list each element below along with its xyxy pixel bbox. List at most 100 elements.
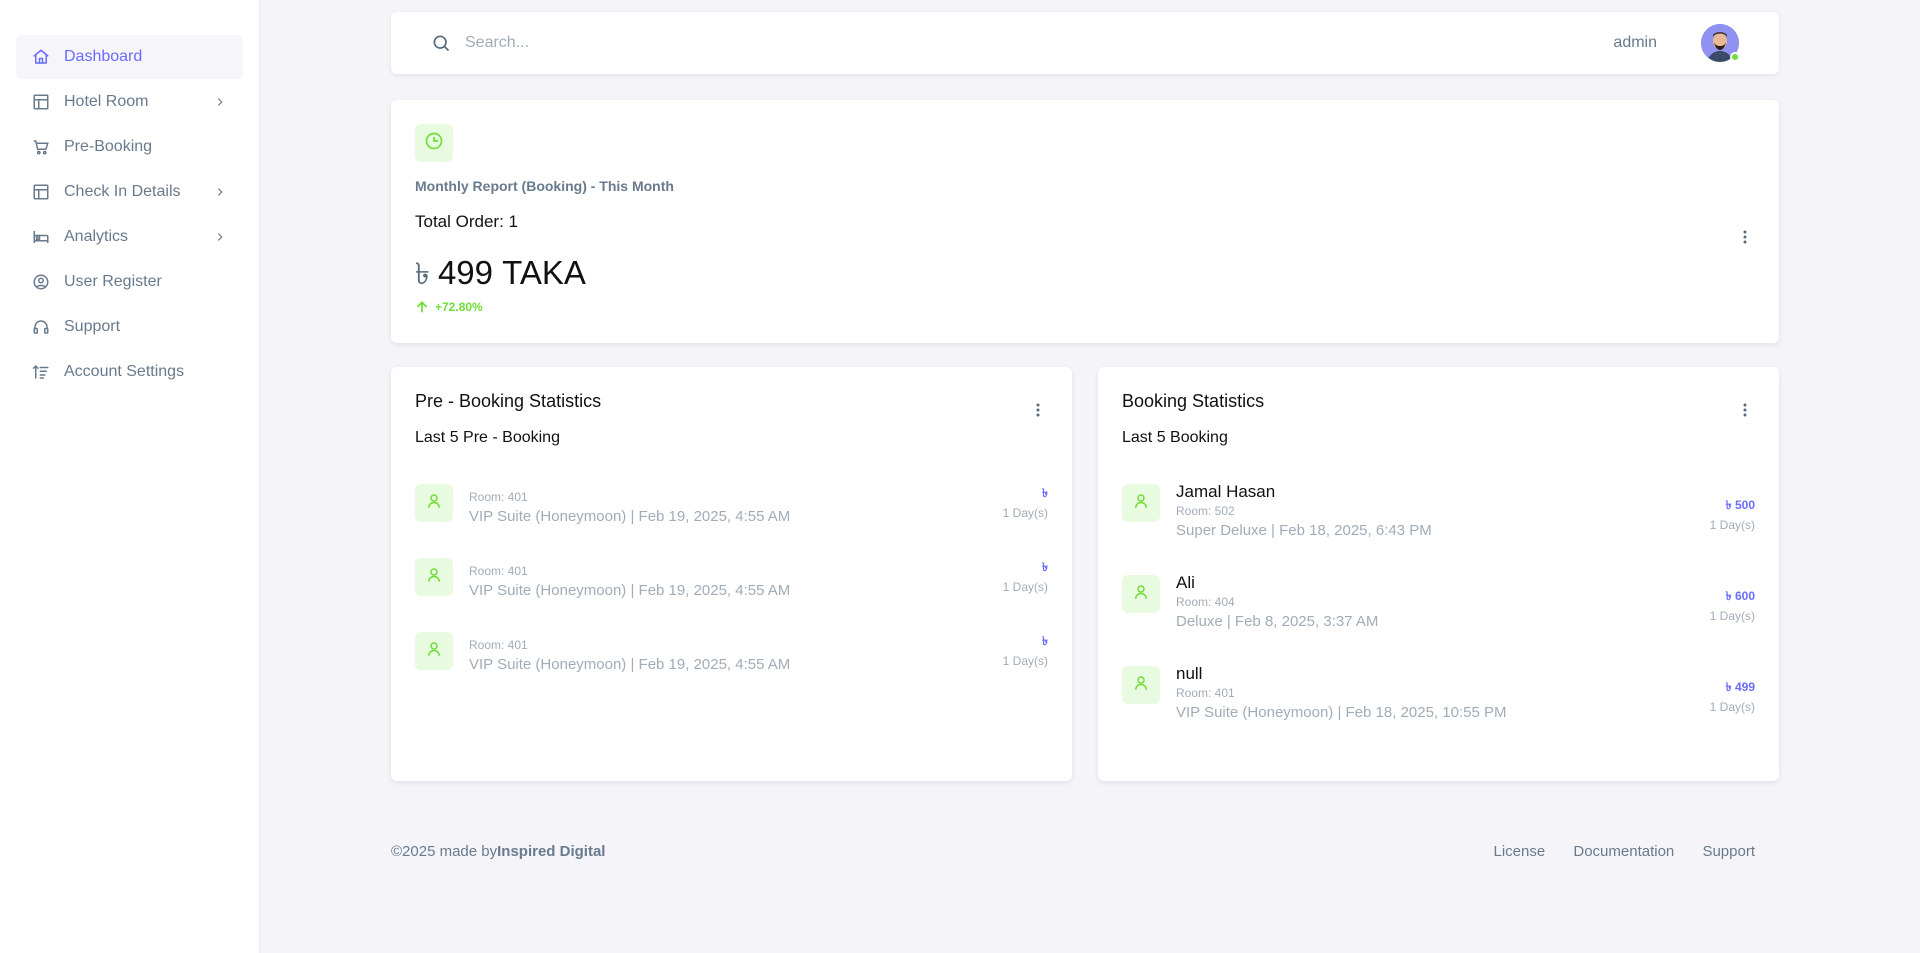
sidebar-item-pre-booking[interactable]: Pre-Booking	[16, 125, 243, 169]
list-item[interactable]: Jamal Hasan Room: 502 Super Deluxe | Feb 1…	[1122, 482, 1755, 573]
list-item[interactable]: Room: 401 VIP Suite (Honeymoon) | Feb 19,…	[415, 556, 1048, 630]
sidebar-item-label: Pre-Booking	[64, 138, 153, 155]
amount-value: 499 TAKA	[437, 254, 586, 291]
price: ৳	[1042, 486, 1048, 500]
growth-value: +72.80%	[435, 300, 483, 314]
layout-icon	[32, 93, 50, 111]
chevron-right-icon	[213, 95, 227, 109]
guest-name: null	[1176, 664, 1203, 683]
sidebar-item-hotel-room[interactable]: Hotel Room	[16, 80, 243, 124]
room-number: Room: 404	[1176, 595, 1235, 609]
card-subtitle: Last 5 Booking	[1122, 429, 1228, 446]
cart-icon	[32, 138, 50, 156]
copyright-text: ©2025 made by	[391, 842, 498, 860]
sidebar-menu: Dashboard Hotel Room Pre-Booking Check I…	[0, 0, 259, 394]
list-item[interactable]: null Room: 401 VIP Suite (Honeymoon) | Feb…	[1122, 664, 1755, 755]
price: ৳	[1042, 634, 1048, 648]
sidebar-item-label: Analytics	[64, 228, 129, 245]
search-icon	[431, 33, 451, 53]
user-icon	[1132, 583, 1150, 606]
growth-indicator: +72.80%	[415, 300, 483, 314]
room-number: Room: 401	[1176, 686, 1235, 700]
booking-detail: VIP Suite (Honeymoon) | Feb 18, 2025, 10…	[1176, 704, 1507, 721]
pre-booking-list: Room: 401 VIP Suite (Honeymoon) | Feb 19,…	[415, 482, 1048, 704]
report-amount: ৳ 499 TAKA	[415, 250, 586, 301]
layout-icon	[32, 183, 50, 201]
list-item[interactable]: Ali Room: 404 Deluxe | Feb 8, 2025, 3:37 A…	[1122, 573, 1755, 664]
sort-settings-icon	[32, 363, 50, 381]
headset-icon	[32, 318, 50, 336]
sidebar-item-analytics[interactable]: Analytics	[16, 215, 243, 259]
sidebar-item-label: Support	[64, 318, 121, 335]
avatar[interactable]	[1701, 24, 1740, 62]
currency-symbol: ৳	[415, 258, 430, 291]
top-navbar: admin	[391, 12, 1779, 74]
duration: 1 Day(s)	[1002, 654, 1048, 668]
sidebar: Dashboard Hotel Room Pre-Booking Check I…	[0, 0, 260, 953]
user-icon-box	[1122, 666, 1160, 704]
sidebar-item-user-register[interactable]: User Register	[16, 260, 243, 304]
bed-icon	[32, 228, 50, 246]
more-options-icon[interactable]	[1735, 227, 1755, 247]
pre-booking-statistics-card: Pre - Booking Statistics Last 5 Pre - Bo…	[391, 367, 1072, 781]
booking-list: Jamal Hasan Room: 502 Super Deluxe | Feb 1…	[1122, 482, 1755, 755]
user-icon-box	[1122, 484, 1160, 522]
booking-detail: VIP Suite (Honeymoon) | Feb 19, 2025, 4:…	[469, 582, 791, 599]
price: ৳ 499	[1725, 680, 1755, 694]
report-icon-box	[415, 124, 453, 162]
list-item[interactable]: Room: 401 VIP Suite (Honeymoon) | Feb 19,…	[415, 630, 1048, 704]
booking-detail: Super Deluxe | Feb 18, 2025, 6:43 PM	[1176, 522, 1432, 539]
home-icon	[32, 48, 50, 66]
footer-links: License Documentation Support	[1470, 843, 1756, 860]
chevron-right-icon	[213, 185, 227, 199]
guest-name: Jamal Hasan	[1176, 482, 1276, 501]
duration: 1 Day(s)	[1709, 700, 1755, 714]
duration: 1 Day(s)	[1709, 609, 1755, 623]
chevron-right-icon	[213, 230, 227, 244]
user-icon	[425, 566, 443, 589]
pie-chart-icon	[424, 131, 444, 156]
booking-detail: Deluxe | Feb 8, 2025, 3:37 AM	[1176, 613, 1379, 630]
footer-link-documentation[interactable]: Documentation	[1573, 843, 1674, 860]
booking-detail: VIP Suite (Honeymoon) | Feb 19, 2025, 4:…	[469, 508, 791, 525]
search-input[interactable]	[465, 34, 1614, 52]
duration: 1 Day(s)	[1002, 580, 1048, 594]
sidebar-item-label: Check In Details	[64, 183, 181, 200]
list-item[interactable]: Room: 401 VIP Suite (Honeymoon) | Feb 19,…	[415, 482, 1048, 556]
user-icon	[425, 492, 443, 515]
report-title: Monthly Report (Booking) - This Month	[415, 178, 674, 194]
brand-link[interactable]: Inspired Digital	[497, 843, 605, 860]
user-icon	[1132, 492, 1150, 515]
sidebar-item-label: Hotel Room	[64, 93, 149, 110]
sidebar-item-label: Dashboard	[64, 48, 143, 65]
card-title: Pre - Booking Statistics	[415, 391, 602, 411]
footer-link-support[interactable]: Support	[1702, 843, 1755, 860]
sidebar-item-check-in-details[interactable]: Check In Details	[16, 170, 243, 214]
sidebar-item-account-settings[interactable]: Account Settings	[16, 350, 243, 394]
room-number: Room: 401	[469, 638, 528, 652]
footer: ©2025 made byInspired Digital License Do…	[391, 836, 1755, 866]
more-options-icon[interactable]	[1028, 400, 1048, 420]
copyright: ©2025 made byInspired Digital	[391, 843, 605, 860]
price: ৳	[1042, 560, 1048, 574]
user-icon	[1132, 674, 1150, 697]
footer-link-license[interactable]: License	[1494, 843, 1546, 860]
sidebar-item-label: User Register	[64, 273, 162, 290]
sidebar-item-support[interactable]: Support	[16, 305, 243, 349]
more-options-icon[interactable]	[1735, 400, 1755, 420]
price: ৳ 600	[1725, 589, 1755, 603]
user-icon-box	[1122, 575, 1160, 613]
user-icon-box	[415, 558, 453, 596]
user-icon-box	[415, 484, 453, 522]
duration: 1 Day(s)	[1709, 518, 1755, 532]
arrow-up-icon	[415, 300, 429, 314]
booking-detail: VIP Suite (Honeymoon) | Feb 19, 2025, 4:…	[469, 656, 791, 673]
user-name: admin	[1613, 34, 1657, 51]
card-subtitle: Last 5 Pre - Booking	[415, 429, 560, 446]
price: ৳ 500	[1725, 498, 1755, 512]
sidebar-item-dashboard[interactable]: Dashboard	[16, 35, 243, 79]
user-circle-icon	[32, 273, 50, 291]
room-number: Room: 401	[469, 490, 528, 504]
monthly-report-card: Monthly Report (Booking) - This Month To…	[391, 100, 1779, 343]
guest-name: Ali	[1176, 573, 1195, 592]
